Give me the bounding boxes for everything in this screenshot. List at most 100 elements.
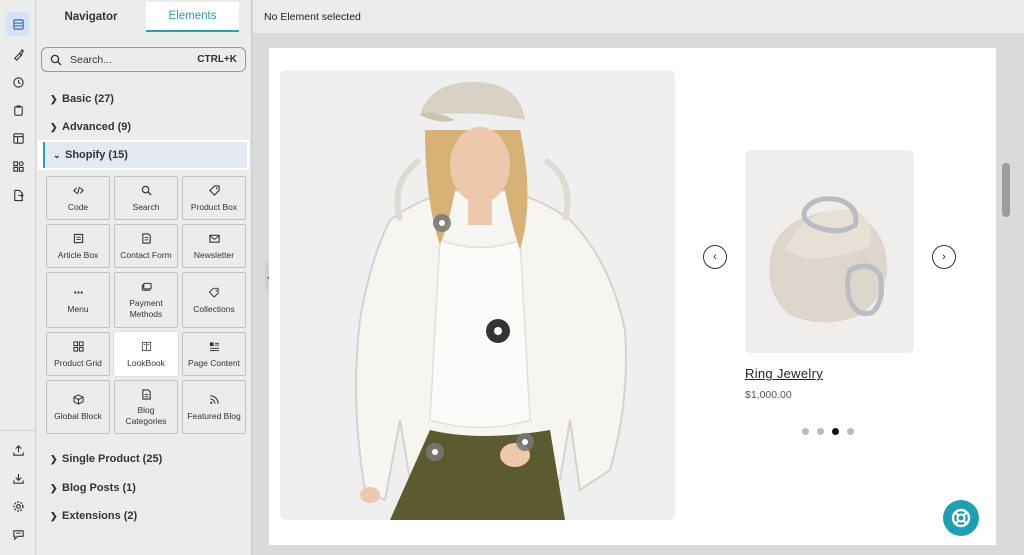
element-label: LookBook: [127, 357, 165, 368]
blog-categories-icon: [139, 387, 153, 401]
search-shortcut: CTRL+K: [197, 54, 237, 65]
rail-divider: [0, 430, 36, 431]
chevron-right-icon: ❯: [50, 121, 58, 132]
tab-navigator[interactable]: Navigator: [36, 2, 146, 32]
lookbook-hotspot[interactable]: [516, 433, 534, 451]
icon-rail: [0, 0, 36, 555]
layout-icon[interactable]: [6, 126, 30, 150]
element-global-block[interactable]: Global Block: [46, 380, 110, 434]
carousel-prev-button[interactable]: ‹: [703, 245, 727, 269]
help-button[interactable]: [943, 500, 979, 536]
carousel-dot-active[interactable]: [832, 428, 839, 435]
carousel-dot[interactable]: [802, 428, 809, 435]
lookbook-hotspot-active[interactable]: [486, 319, 510, 343]
payment-icon: [139, 280, 153, 294]
element-code[interactable]: Code: [46, 176, 110, 220]
element-featured-blog[interactable]: Featured Blog: [182, 380, 246, 434]
chat-icon[interactable]: [6, 522, 30, 546]
layers-icon[interactable]: [6, 12, 30, 36]
carousel-dot[interactable]: [817, 428, 824, 435]
element-blog-categories[interactable]: Blog Categories: [114, 380, 178, 434]
element-menu[interactable]: Menu: [46, 272, 110, 328]
chevron-down-icon: ⌄: [53, 149, 61, 160]
carousel-pagination: [802, 428, 854, 435]
chevron-right-icon: ❯: [50, 93, 58, 104]
element-label: Featured Blog: [187, 410, 241, 421]
gear-icon[interactable]: [6, 494, 30, 518]
article-icon: [71, 232, 85, 246]
clipboard-icon[interactable]: [6, 98, 30, 122]
category-label: Blog Posts (1): [62, 482, 136, 494]
selection-status: No Element selected: [264, 10, 361, 23]
element-label: Product Box: [190, 201, 238, 212]
category-shopify[interactable]: ⌄ Shopify (15): [38, 140, 249, 170]
scrollbar-track: [1000, 48, 1012, 545]
element-page-content[interactable]: Page Content: [182, 332, 246, 376]
category-label: Shopify (15): [65, 149, 128, 161]
chevron-right-icon: ›: [942, 251, 946, 263]
page-content-icon: [207, 340, 221, 354]
elements-panel: Navigator Elements Search... CTRL+K ❯ Ba…: [36, 0, 252, 555]
element-label: Collections: [193, 303, 235, 314]
element-label: Newsletter: [193, 249, 235, 260]
tag-icon: [207, 184, 221, 198]
element-label: Blog Categories: [125, 405, 167, 426]
chevron-right-icon: ❯: [50, 482, 58, 493]
element-contact-form[interactable]: Contact Form: [114, 224, 178, 268]
element-newsletter[interactable]: Newsletter: [182, 224, 246, 268]
apps-icon[interactable]: [6, 154, 30, 178]
element-label: Page Content: [188, 357, 240, 368]
download-icon[interactable]: [6, 466, 30, 490]
element-lookbook[interactable]: LookBook: [114, 332, 178, 376]
search-icon: [139, 184, 153, 198]
category-basic[interactable]: ❯ Basic (27): [50, 91, 114, 107]
scrollbar-thumb[interactable]: [1002, 163, 1010, 217]
category-label: Advanced (9): [62, 121, 132, 133]
element-payment-methods[interactable]: Payment Methods: [114, 272, 178, 328]
carousel-next-button[interactable]: ›: [932, 245, 956, 269]
file-export-icon[interactable]: [6, 183, 30, 207]
lifebuoy-icon: [951, 508, 971, 528]
category-blog-posts[interactable]: ❯ Blog Posts (1): [50, 480, 136, 496]
tab-elements[interactable]: Elements: [146, 2, 239, 32]
search-placeholder: Search...: [70, 53, 113, 66]
form-icon: [139, 232, 153, 246]
element-search[interactable]: Search: [114, 176, 178, 220]
search-icon: [50, 54, 62, 65]
ring-product-photo: [745, 150, 914, 353]
category-advanced[interactable]: ❯ Advanced (9): [50, 119, 131, 135]
element-label: Article Box: [57, 249, 99, 260]
history-icon[interactable]: [6, 70, 30, 94]
chevron-right-icon: ❯: [50, 453, 58, 464]
model-photo: [280, 70, 675, 520]
lookbook-hotspot[interactable]: [433, 214, 451, 232]
lookbook-image: [280, 70, 675, 520]
lookbook-hotspot[interactable]: [426, 443, 444, 461]
category-label: Basic (27): [62, 93, 114, 105]
collections-icon: [207, 286, 221, 300]
element-label: Search: [132, 201, 160, 212]
carousel-dot[interactable]: [847, 428, 854, 435]
element-article-box[interactable]: Article Box: [46, 224, 110, 268]
workspace-topbar: No Element selected: [253, 0, 1024, 33]
lookbook-icon: [139, 340, 153, 354]
element-label: Code: [67, 201, 89, 212]
element-product-box[interactable]: Product Box: [182, 176, 246, 220]
code-icon: [71, 184, 85, 198]
category-single-product[interactable]: ❯ Single Product (25): [50, 451, 162, 467]
product-image[interactable]: [745, 150, 914, 353]
category-extensions[interactable]: ❯ Extensions (2): [50, 508, 137, 524]
category-label: Extensions (2): [62, 510, 138, 522]
element-collections[interactable]: Collections: [182, 272, 246, 328]
element-label: Menu: [67, 303, 89, 314]
rss-icon: [207, 393, 221, 407]
upload-icon[interactable]: [6, 438, 30, 462]
ellipsis-icon: [71, 286, 85, 300]
chevron-left-icon: ‹: [713, 251, 717, 263]
search-input[interactable]: Search... CTRL+K: [41, 47, 246, 72]
element-product-grid[interactable]: Product Grid: [46, 332, 110, 376]
product-title-link[interactable]: Ring Jewelry: [745, 366, 823, 381]
brush-icon[interactable]: [6, 42, 30, 66]
category-label: Single Product (25): [62, 453, 163, 465]
category-shopify-header: ⌄ Shopify (15): [43, 142, 247, 168]
